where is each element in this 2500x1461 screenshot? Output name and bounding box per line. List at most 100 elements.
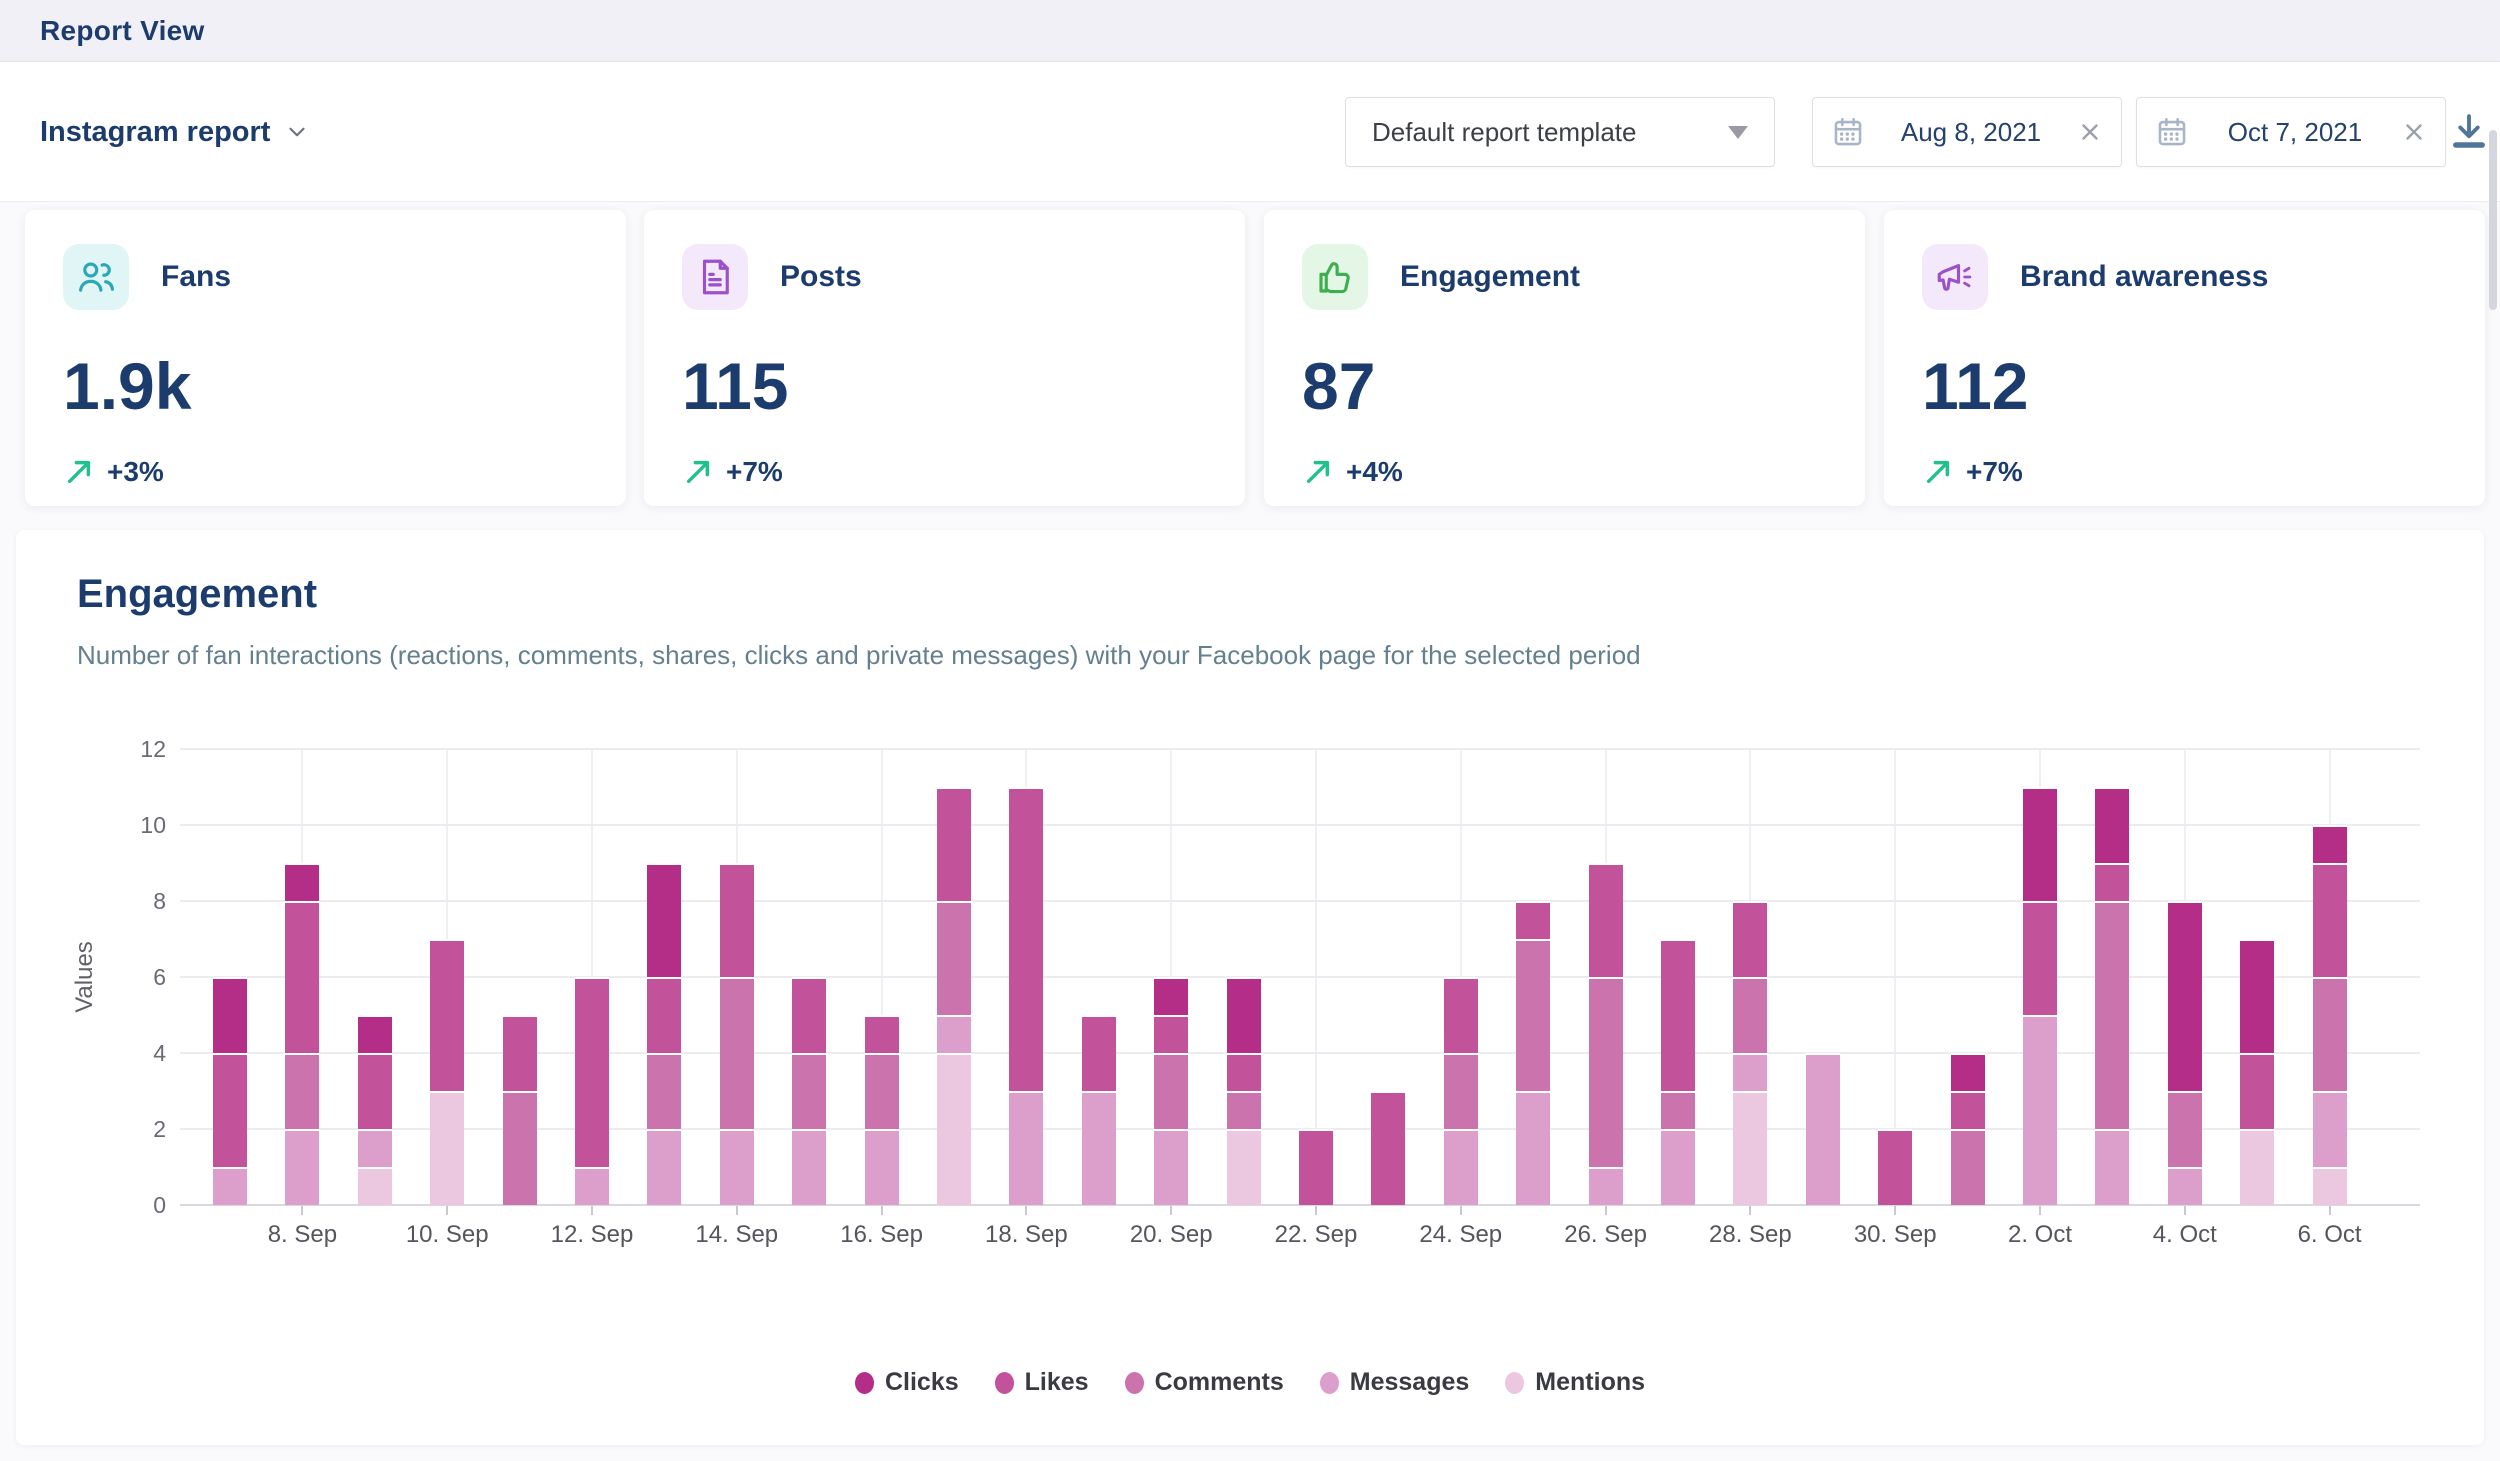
bar-segment-messages[interactable] [792,1129,826,1205]
bar-segment-messages[interactable] [1661,1129,1695,1205]
bar-segment-likes[interactable] [1516,901,1550,939]
date-start-clear-icon[interactable] [2077,119,2103,145]
bar-segment-likes[interactable] [2240,1053,2274,1129]
legend-item-messages[interactable]: Messages [1320,1368,1470,1397]
legend-item-clicks[interactable]: Clicks [855,1368,959,1397]
bar-segment-likes[interactable] [937,787,971,901]
bar-segment-messages[interactable] [1444,1129,1478,1205]
bar-segment-mentions[interactable] [2240,1129,2274,1205]
bar-segment-mentions[interactable] [2313,1167,2347,1205]
bar-segment-comments[interactable] [1589,977,1623,1167]
bar-segment-likes[interactable] [1371,1091,1405,1205]
bar-segment-likes[interactable] [1589,863,1623,977]
bar-segment-likes[interactable] [792,977,826,1053]
bar-segment-messages[interactable] [2313,1091,2347,1167]
bar-segment-messages[interactable] [1589,1167,1623,1205]
legend-item-comments[interactable]: Comments [1125,1368,1284,1397]
bar-segment-messages[interactable] [1516,1091,1550,1205]
bar-segment-comments[interactable] [1444,1053,1478,1129]
bar-segment-comments[interactable] [1951,1129,1985,1205]
bar-segment-mentions[interactable] [358,1167,392,1205]
bar-segment-likes[interactable] [358,1053,392,1129]
bar-segment-clicks[interactable] [2095,787,2129,863]
bar-segment-likes[interactable] [1082,1015,1116,1091]
bar-segment-likes[interactable] [1299,1129,1333,1205]
date-end-clear-icon[interactable] [2401,119,2427,145]
bar-segment-likes[interactable] [1661,939,1695,1091]
bar-segment-comments[interactable] [1227,1091,1261,1129]
bar-segment-comments[interactable] [2095,901,2129,1129]
date-end-field[interactable]: Oct 7, 2021 [2136,97,2446,167]
bar-segment-mentions[interactable] [1227,1129,1261,1205]
bar-segment-mentions[interactable] [430,1091,464,1205]
bar-segment-likes[interactable] [1444,977,1478,1053]
bar-segment-comments[interactable] [503,1091,537,1205]
bar-segment-clicks[interactable] [2313,825,2347,863]
bar-segment-messages[interactable] [1009,1091,1043,1205]
bar-segment-clicks[interactable] [1951,1053,1985,1091]
bar-segment-likes[interactable] [503,1015,537,1091]
bar-segment-comments[interactable] [2313,977,2347,1091]
bar-segment-comments[interactable] [1661,1091,1695,1129]
bar-segment-likes[interactable] [1154,1015,1188,1053]
bar-segment-likes[interactable] [213,1053,247,1167]
bar-segment-likes[interactable] [720,863,754,977]
bar-segment-comments[interactable] [792,1053,826,1129]
bar-segment-messages[interactable] [1082,1091,1116,1205]
bar-segment-likes[interactable] [2023,901,2057,1015]
scrollbar-thumb[interactable] [2489,130,2497,310]
bar-segment-comments[interactable] [720,977,754,1129]
bar-segment-clicks[interactable] [2023,787,2057,901]
download-button[interactable] [2448,110,2490,152]
bar-segment-comments[interactable] [1733,977,1767,1053]
bar-segment-clicks[interactable] [2168,901,2202,1091]
bar-segment-messages[interactable] [1733,1053,1767,1091]
bar-segment-clicks[interactable] [285,863,319,901]
bar-segment-messages[interactable] [575,1167,609,1205]
bar-segment-messages[interactable] [1806,1053,1840,1205]
bar-segment-messages[interactable] [285,1129,319,1205]
bar-segment-likes[interactable] [1009,787,1043,1091]
bar-segment-messages[interactable] [358,1129,392,1167]
bar-segment-likes[interactable] [430,939,464,1091]
template-select[interactable]: Default report template [1345,97,1775,167]
bar-segment-likes[interactable] [1733,901,1767,977]
bar-segment-comments[interactable] [937,901,971,1015]
bar-segment-mentions[interactable] [1733,1091,1767,1205]
bar-segment-messages[interactable] [2095,1129,2129,1205]
bar-segment-clicks[interactable] [1227,977,1261,1053]
bar-segment-likes[interactable] [1227,1053,1261,1091]
bar-segment-comments[interactable] [1516,939,1550,1091]
bar-segment-likes[interactable] [1878,1129,1912,1205]
bar-segment-clicks[interactable] [213,977,247,1053]
report-selector-dropdown[interactable]: Instagram report [40,62,310,202]
bar-segment-likes[interactable] [865,1015,899,1053]
bar-segment-comments[interactable] [865,1053,899,1129]
bar-segment-messages[interactable] [1154,1129,1188,1205]
bar-segment-likes[interactable] [575,977,609,1167]
bar-segment-likes[interactable] [2095,863,2129,901]
bar-segment-comments[interactable] [1154,1053,1188,1129]
bar-segment-likes[interactable] [2313,863,2347,977]
bar-segment-messages[interactable] [2023,1015,2057,1205]
bar-segment-messages[interactable] [865,1129,899,1205]
bar-segment-likes[interactable] [647,977,681,1053]
bar-segment-clicks[interactable] [2240,939,2274,1053]
legend-item-likes[interactable]: Likes [995,1368,1089,1397]
legend-item-mentions[interactable]: Mentions [1505,1368,1645,1397]
bar-segment-messages[interactable] [213,1167,247,1205]
bar-segment-comments[interactable] [285,1053,319,1129]
bar-segment-likes[interactable] [1951,1091,1985,1129]
date-start-field[interactable]: Aug 8, 2021 [1812,97,2122,167]
bar-segment-clicks[interactable] [1154,977,1188,1015]
bar-segment-mentions[interactable] [937,1053,971,1205]
bar-segment-messages[interactable] [937,1015,971,1053]
bar-segment-clicks[interactable] [647,863,681,977]
bar-segment-likes[interactable] [285,901,319,1053]
bar-segment-comments[interactable] [647,1053,681,1129]
bar-segment-messages[interactable] [720,1129,754,1205]
bar-segment-messages[interactable] [2168,1167,2202,1205]
bar-segment-comments[interactable] [2168,1091,2202,1167]
bar-segment-messages[interactable] [647,1129,681,1205]
bar-segment-clicks[interactable] [358,1015,392,1053]
